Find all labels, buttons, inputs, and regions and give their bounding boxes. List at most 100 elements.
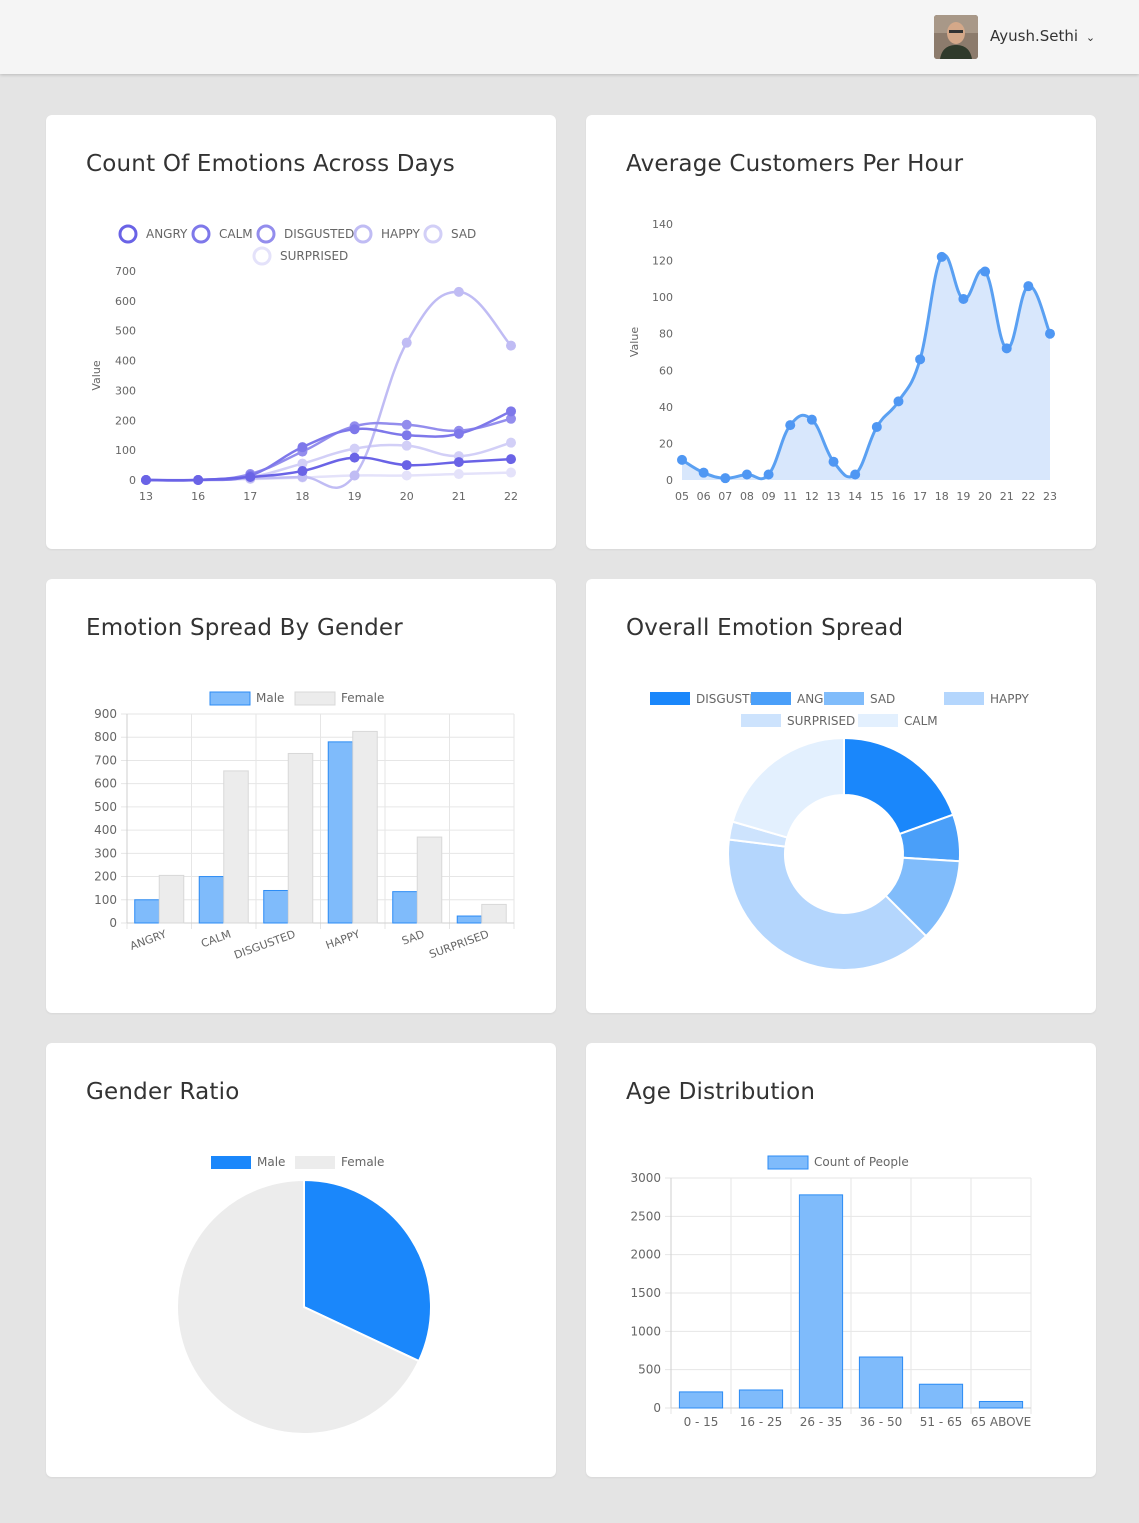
data-point	[850, 469, 861, 480]
legend-swatch	[741, 714, 781, 727]
legend-swatch	[824, 692, 864, 705]
y-tick-label: 100	[115, 444, 136, 457]
bar-female	[287, 752, 314, 924]
x-tick-label: SURPRISED	[427, 928, 490, 962]
data-point	[506, 340, 516, 351]
data-point	[297, 466, 308, 477]
legend-label: SAD	[870, 692, 895, 706]
x-tick-label: 19	[956, 490, 970, 503]
data-point	[915, 354, 926, 365]
x-tick-label: 22	[504, 490, 518, 503]
data-point	[936, 251, 947, 262]
data-point	[453, 469, 464, 480]
y-axis-label: Value	[628, 327, 641, 357]
y-tick-label: 1000	[630, 1324, 661, 1338]
y-tick-label: 800	[94, 730, 117, 744]
x-tick-label: 06	[697, 490, 711, 503]
top-bar: Ayush.Sethi ⌄	[0, 0, 1139, 74]
data-point	[698, 467, 709, 478]
y-tick-label: 20	[659, 437, 673, 450]
y-tick-label: 120	[652, 255, 673, 268]
legend-label: HAPPY	[381, 227, 420, 241]
user-avatar[interactable]	[934, 15, 978, 59]
data-point	[245, 472, 256, 483]
data-point	[1023, 281, 1034, 292]
y-tick-label: 200	[115, 414, 136, 427]
bar-male	[134, 899, 160, 924]
y-tick-label: 700	[115, 265, 136, 278]
x-tick-label: 17	[243, 490, 257, 503]
legend-swatch	[858, 714, 898, 727]
y-tick-label: 100	[652, 291, 673, 304]
x-tick-label: 0 - 15	[684, 1415, 719, 1429]
legend-label: CALM	[219, 227, 253, 241]
x-tick-label: 15	[870, 490, 884, 503]
x-tick-label: ANGRY	[128, 928, 168, 953]
overall-emotion-donut-chart: DISGUSTED ANGRY SAD HAPPYSURPRISED CALM	[650, 692, 1029, 971]
bar-male	[392, 891, 418, 924]
bar-count-of-people	[738, 1389, 784, 1409]
legend-label: Female	[341, 691, 384, 705]
legend-marker	[252, 246, 272, 266]
data-point	[763, 469, 774, 480]
emotion-gender-bar-chart: Male Female 0 100 200 300 400 500 600 700 800 900 AN…	[94, 691, 515, 962]
y-tick-label: 600	[94, 777, 117, 791]
x-tick-label: 05	[675, 490, 689, 503]
x-tick-label: HAPPY	[324, 928, 362, 952]
x-tick-label: 65 ABOVE	[971, 1415, 1031, 1429]
legend-label: Count of People	[814, 1155, 909, 1169]
bar-count-of-people	[798, 1194, 844, 1409]
data-point	[806, 414, 817, 425]
y-tick-label: 0	[109, 916, 117, 930]
x-tick-label: 26 - 35	[800, 1415, 843, 1429]
y-tick-label: 60	[659, 364, 673, 377]
y-tick-label: 600	[115, 295, 136, 308]
x-tick-label: SAD	[400, 928, 426, 948]
data-point	[506, 437, 516, 448]
user-name: Ayush.Sethi	[990, 27, 1079, 45]
legend-swatch	[209, 691, 251, 706]
legend-marker	[118, 224, 138, 244]
data-point	[720, 473, 731, 484]
data-point	[677, 454, 687, 465]
y-tick-label: 80	[659, 328, 673, 341]
y-tick-label: 0	[653, 1401, 661, 1415]
data-point	[193, 475, 204, 485]
bar-count-of-people	[678, 1391, 724, 1409]
bar-female	[416, 836, 443, 924]
x-tick-label: 16	[891, 490, 905, 503]
bar-female	[223, 770, 249, 924]
bar-male	[456, 915, 483, 924]
bar-female	[352, 730, 378, 924]
x-tick-label: 18	[935, 490, 949, 503]
gender-ratio-pie-chart: Male Female	[176, 1155, 432, 1435]
data-point	[741, 469, 752, 480]
x-tick-label: 51 - 65	[920, 1415, 963, 1429]
bar-count-of-people	[918, 1383, 964, 1409]
data-point	[980, 266, 991, 277]
bar-female	[481, 903, 507, 924]
data-point	[453, 286, 464, 297]
bar-male	[198, 876, 225, 924]
y-tick-label: 0	[129, 474, 136, 487]
avatar-image	[934, 15, 978, 59]
legend-marker	[423, 224, 443, 244]
card-gender-ratio: Gender Ratio Male Female	[46, 1043, 556, 1477]
legend-label: HAPPY	[990, 692, 1029, 706]
x-tick-label: 20	[978, 490, 992, 503]
customers-area-chart: 0 20 40 60 80 100 120 140 Value 05 06 07 08 09 11 12 13 1…	[628, 218, 1057, 503]
data-point	[828, 456, 839, 467]
y-tick-label: 0	[666, 474, 673, 487]
data-point	[1001, 343, 1012, 354]
legend-label: Male	[257, 1155, 285, 1169]
x-tick-label: 13	[139, 490, 153, 503]
y-tick-label: 2500	[630, 1209, 661, 1223]
card-customers-hour: Average Customers Per Hour 0 20 40 60 80 100 1…	[586, 115, 1096, 549]
data-point	[401, 470, 412, 481]
data-point	[1045, 328, 1055, 339]
legend-label: SAD	[451, 227, 476, 241]
x-tick-label: DISGUSTED	[232, 928, 297, 962]
user-menu[interactable]: Ayush.Sethi ⌄	[990, 27, 1095, 45]
legend-label: Male	[256, 691, 284, 705]
x-tick-label: 14	[848, 490, 862, 503]
